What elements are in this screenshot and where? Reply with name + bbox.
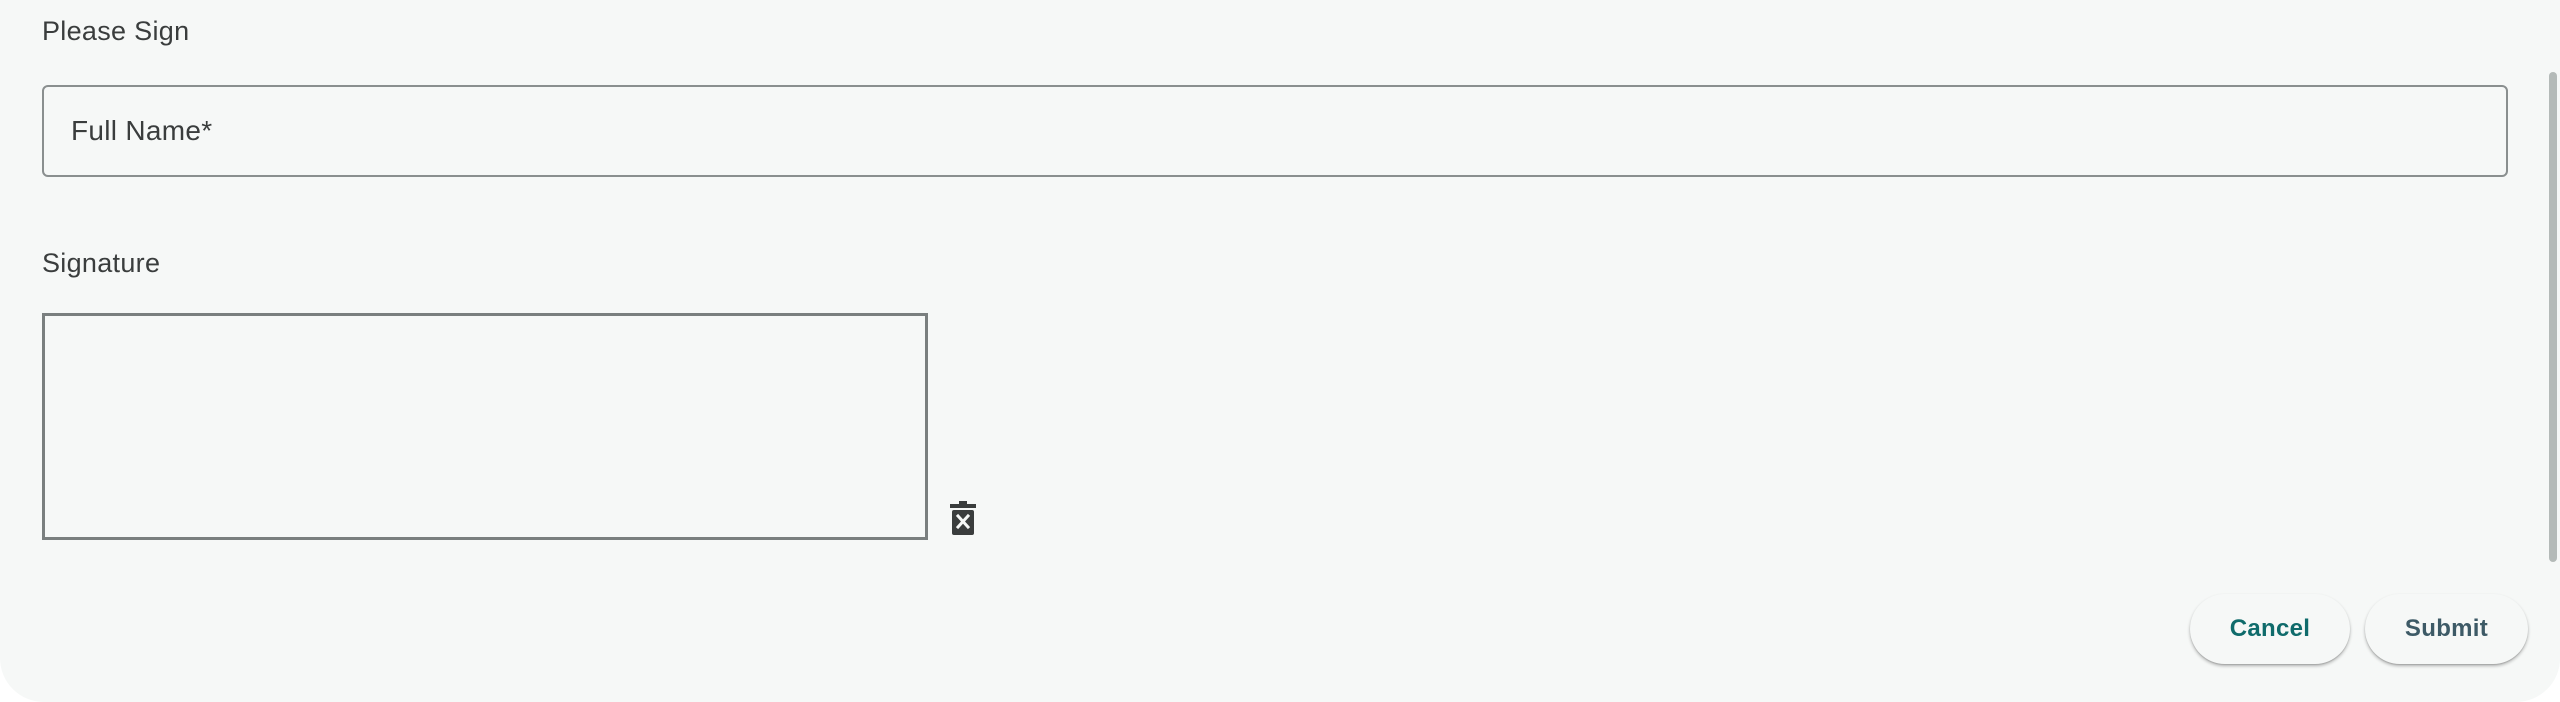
signature-pad[interactable] [42,313,928,540]
submit-button[interactable]: Submit [2365,594,2528,664]
clear-signature-button[interactable] [946,498,980,538]
full-name-field[interactable]: Full Name* [42,85,2508,177]
full-name-label: Full Name* [71,115,213,146]
scrollbar-thumb[interactable] [2549,72,2557,562]
dialog-title: Please Sign [42,16,190,46]
signature-label: Signature [42,248,161,278]
scrollbar[interactable] [2546,0,2560,702]
delete-forever-icon [950,501,976,535]
sign-dialog: Please Sign Full Name* Signature Cancel … [0,0,2560,702]
cancel-button[interactable]: Cancel [2190,594,2350,664]
